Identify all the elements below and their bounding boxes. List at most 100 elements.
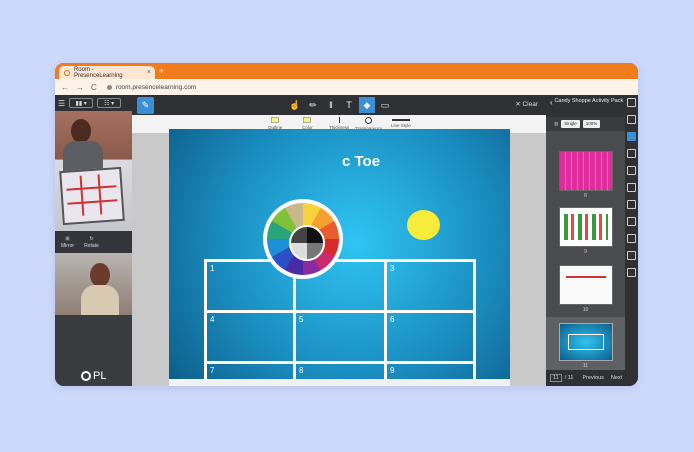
grayscale-picker[interactable] xyxy=(289,225,325,261)
page-input[interactable]: 11 xyxy=(550,374,562,382)
video-controls: ⊞ Mirror ↻ Rotate xyxy=(55,231,132,253)
lines-tool-icon[interactable]: ‖ xyxy=(323,97,339,113)
transparency-icon xyxy=(365,117,373,124)
cell-number: 9 xyxy=(390,366,395,375)
mirror-button[interactable]: ⊞ Mirror xyxy=(61,236,74,249)
back-button[interactable]: ← xyxy=(61,83,69,92)
slide-title: c Toe xyxy=(342,153,381,170)
grid-cell-7[interactable]: 7 xyxy=(204,361,296,381)
app-window: Room - PresenceLearning × + ← → C room.p… xyxy=(55,63,638,386)
url-text[interactable]: room.presencelearning.com xyxy=(116,84,197,91)
previous-button[interactable]: Previous xyxy=(582,375,603,381)
grid-cell-8[interactable]: 8 xyxy=(293,361,387,381)
forward-button[interactable]: → xyxy=(76,83,84,92)
whiteboard-image xyxy=(59,166,125,226)
grid-cell-4[interactable]: 4 xyxy=(204,310,296,364)
pointer-tool-icon[interactable]: ☝ xyxy=(287,97,303,113)
cell-number: 5 xyxy=(299,315,304,324)
page-thumbnail-11[interactable] xyxy=(559,323,613,361)
people-icon[interactable] xyxy=(627,234,636,243)
activity-title-text: Candy Shoppe Activity Pack xyxy=(554,98,624,104)
close-panel-icon[interactable] xyxy=(627,115,636,124)
thumb-number: 8 xyxy=(584,193,587,199)
right-icon-strip xyxy=(625,95,638,386)
view-mode-select[interactable]: Single xyxy=(561,120,580,128)
activity-panel: ‹ Candy Shoppe Activity Pack ▥ Single 10… xyxy=(546,95,625,386)
color-picker[interactable] xyxy=(263,199,343,279)
menu-icon[interactable]: ☰ xyxy=(58,99,65,108)
next-button[interactable]: Next xyxy=(611,375,622,381)
rotate-icon: ↻ xyxy=(89,235,94,242)
yellow-circle-marker[interactable] xyxy=(407,210,440,240)
page-total: / 11 xyxy=(564,375,574,381)
grid-cell-3[interactable]: 3 xyxy=(384,259,476,313)
person-head xyxy=(90,263,110,287)
outline-swatch xyxy=(271,117,280,123)
grid-cell-6[interactable]: 6 xyxy=(384,310,476,364)
logo-icon xyxy=(81,371,91,381)
person-body xyxy=(81,285,119,315)
files-icon[interactable] xyxy=(627,200,636,209)
cell-number: 7 xyxy=(210,366,215,375)
cell-number: 4 xyxy=(210,315,215,324)
pencil-tool-icon[interactable]: ✏ xyxy=(305,97,321,113)
mirror-icon: ⊞ xyxy=(65,235,70,242)
shape-tool-icon[interactable]: ◆ xyxy=(359,97,375,113)
settings-select[interactable]: ☷ ▾ xyxy=(97,98,122,108)
link-icon[interactable] xyxy=(627,251,636,260)
rotate-button[interactable]: ↻ Rotate xyxy=(84,236,99,249)
text-tool-icon[interactable]: T xyxy=(341,97,357,113)
grid-cell-5[interactable]: 5 xyxy=(293,310,387,364)
thumb-number: 11 xyxy=(582,363,589,369)
site-info-icon[interactable] xyxy=(106,84,112,90)
person-body xyxy=(63,141,103,171)
draw-mode-button[interactable]: ✎ xyxy=(137,97,154,114)
screen-tool-icon[interactable]: ▭ xyxy=(377,97,393,113)
mirror-label: Mirror xyxy=(61,242,75,249)
screen-share-icon[interactable] xyxy=(627,268,636,277)
line-style-option[interactable]: Line Style xyxy=(391,117,411,128)
reload-button[interactable]: C xyxy=(91,83,97,92)
drawing-toolbar: ✎ ☝ ✏ ‖ T ◆ ▭ ✕ Clear xyxy=(132,95,546,115)
page-thumbnail-9[interactable] xyxy=(559,207,613,247)
logo-text: PL xyxy=(93,370,107,382)
back-icon[interactable]: ‹ xyxy=(550,98,553,108)
page-thumbnail-8[interactable] xyxy=(559,151,613,191)
clear-label: Clear xyxy=(522,101,538,108)
cell-number: 3 xyxy=(390,264,395,273)
tab-title: Room - PresenceLearning xyxy=(73,66,123,79)
thickness-icon xyxy=(338,117,340,123)
page-thumbnail-10[interactable] xyxy=(559,265,613,305)
presencelearning-logo: PL xyxy=(81,370,106,382)
activity-list-icon[interactable] xyxy=(627,132,636,141)
zoom-select[interactable]: 100% xyxy=(582,120,601,128)
browser-tab-strip: Room - PresenceLearning × + xyxy=(55,63,638,79)
document-icon[interactable] xyxy=(627,149,636,158)
layout-select[interactable]: ▮▮ ▾ xyxy=(69,98,94,108)
line-style-icon xyxy=(391,119,410,121)
color-swatch xyxy=(303,117,312,123)
grid-cell-9[interactable]: 9 xyxy=(384,361,476,381)
activity-title: ‹ Candy Shoppe Activity Pack xyxy=(546,95,625,117)
view-controls: ▥ Single 100% xyxy=(546,117,625,131)
video-icon[interactable] xyxy=(627,217,636,226)
favicon-icon xyxy=(64,69,70,76)
clear-button[interactable]: ✕ Clear xyxy=(515,100,538,108)
settings-icon[interactable] xyxy=(627,166,636,175)
close-tab-icon[interactable]: × xyxy=(147,69,151,76)
video-panel-toolbar: ☰ ▮▮ ▾ ☷ ▾ xyxy=(55,95,132,111)
address-bar: ← → C room.presencelearning.com xyxy=(55,79,638,95)
cell-number: 6 xyxy=(390,315,395,324)
browser-tab[interactable]: Room - PresenceLearning × xyxy=(59,66,155,79)
cell-number: 8 xyxy=(299,366,304,375)
new-tab-button[interactable]: + xyxy=(159,66,164,76)
panels-icon[interactable]: ▥ xyxy=(554,121,558,127)
thumb-number: 9 xyxy=(584,249,587,255)
collapse-icon[interactable] xyxy=(627,98,636,107)
person-head xyxy=(71,119,91,143)
chat-icon[interactable] xyxy=(627,183,636,192)
thumb-number: 10 xyxy=(582,307,589,313)
student-video xyxy=(55,253,132,315)
slide-bottom-edge xyxy=(169,379,510,386)
color-wheel[interactable] xyxy=(267,203,339,275)
